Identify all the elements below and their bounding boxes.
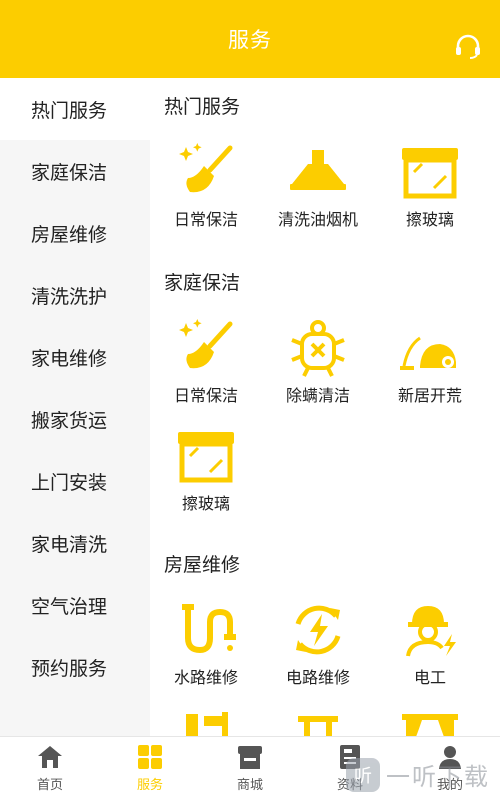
service-item-label: 除螨清洁: [285, 386, 350, 405]
sidebar-item-hot[interactable]: 热门服务: [0, 78, 150, 140]
table-icon: [298, 716, 338, 736]
sidebar-item-label: 热门服务: [31, 99, 108, 122]
section-title: 热门服务: [164, 96, 241, 118]
circuit-icon: [295, 605, 341, 655]
sidebar-item-home-cleaning[interactable]: 家庭保洁: [0, 140, 150, 202]
sidebar-item-label: 家电维修: [31, 347, 108, 370]
service-content: 热门服务 日常保洁 清洗油烟机 擦玻璃 家庭保洁 日常保洁 除螨清洁 新居开荒 …: [150, 78, 500, 736]
service-item-electrician[interactable]: 电工: [374, 598, 486, 688]
sidebar-item-label: 家庭保洁: [31, 161, 108, 184]
sidebar-item-label: 清洗洗护: [31, 285, 108, 308]
sidebar-item-washing[interactable]: 清洗洗护: [0, 264, 150, 326]
service-item-label: 水路维修: [173, 668, 238, 687]
shop-icon: [238, 746, 262, 769]
service-item-partial[interactable]: [150, 708, 262, 736]
watermark-logo: 听: [346, 757, 380, 792]
service-item-partial[interactable]: [374, 708, 486, 736]
service-item-daily-cleaning[interactable]: 日常保洁: [150, 140, 262, 230]
service-item-label: 日常保洁: [173, 386, 238, 405]
category-sidebar: 热门服务 家庭保洁 房屋维修 清洗洗护 家电维修 搬家货运 上门安装 家电清洗 …: [0, 78, 150, 736]
section-title: 家庭保洁: [164, 272, 241, 294]
service-item-mite-removal[interactable]: 除螨清洁: [262, 316, 374, 406]
service-item-label: 电工: [413, 668, 446, 687]
mite-icon: [291, 320, 345, 377]
sidebar-item-label: 空气治理: [31, 595, 108, 618]
service-item-window-cleaning[interactable]: 擦玻璃: [150, 424, 262, 514]
service-item-new-home[interactable]: 新居开荒: [374, 316, 486, 406]
sidebar-item-label: 家电清洗: [31, 533, 108, 556]
faucet-icon: [186, 712, 228, 736]
tab-label: 商城: [236, 778, 263, 793]
sidebar-item-moving[interactable]: 搬家货运: [0, 388, 150, 450]
sidebar-item-label: 房屋维修: [31, 223, 108, 246]
sidebar-item-installation[interactable]: 上门安装: [0, 450, 150, 512]
electrician-icon: [406, 606, 456, 657]
pipe-icon: [182, 604, 236, 654]
vacuum-icon: [400, 336, 456, 370]
service-item-range-hood[interactable]: 清洗油烟机: [262, 140, 374, 230]
broom-icon: [179, 319, 233, 369]
broom-icon: [179, 143, 233, 193]
service-item-label: 清洗油烟机: [277, 210, 358, 229]
sidebar-item-appliance-repair[interactable]: 家电维修: [0, 326, 150, 388]
sidebar-item-label: 搬家货运: [31, 409, 108, 432]
headset-icon[interactable]: [454, 33, 482, 59]
grid-icon: [138, 745, 162, 769]
tab-home[interactable]: 首页: [0, 737, 100, 801]
home-icon: [38, 746, 62, 768]
service-item-partial[interactable]: [262, 708, 374, 736]
curtain-icon: [402, 714, 458, 736]
service-item-label: 擦玻璃: [405, 210, 454, 229]
service-item-circuit-repair[interactable]: 电路维修: [262, 598, 374, 688]
sidebar-item-appliance-cleaning[interactable]: 家电清洗: [0, 512, 150, 574]
sidebar-item-booking[interactable]: 预约服务: [0, 636, 150, 698]
service-item-daily-cleaning[interactable]: 日常保洁: [150, 316, 262, 406]
tab-label: 服务: [136, 778, 163, 793]
sidebar-item-air-treatment[interactable]: 空气治理: [0, 574, 150, 636]
service-item-window-cleaning[interactable]: 擦玻璃: [374, 140, 486, 230]
range-hood-icon: [290, 150, 346, 190]
window-icon: [402, 148, 458, 199]
service-item-label: 电路维修: [285, 668, 350, 687]
app-header: 服务: [0, 0, 500, 78]
tab-shop[interactable]: 商城: [200, 737, 300, 801]
sidebar-item-label: 预约服务: [31, 657, 108, 680]
window-icon: [178, 432, 234, 483]
service-item-label: 擦玻璃: [181, 494, 230, 513]
service-item-label: 日常保洁: [173, 210, 238, 229]
watermark-text: 一听下载: [386, 763, 490, 791]
tab-label: 首页: [36, 778, 63, 793]
watermark: 听 一听下载: [346, 757, 490, 792]
service-item-label: 新居开荒: [397, 386, 462, 405]
section-title: 房屋维修: [164, 554, 241, 576]
service-item-plumbing[interactable]: 水路维修: [150, 598, 262, 688]
page-title: 服务: [228, 28, 272, 52]
tab-service[interactable]: 服务: [100, 737, 200, 801]
sidebar-item-house-repair[interactable]: 房屋维修: [0, 202, 150, 264]
sidebar-item-label: 上门安装: [31, 471, 108, 494]
